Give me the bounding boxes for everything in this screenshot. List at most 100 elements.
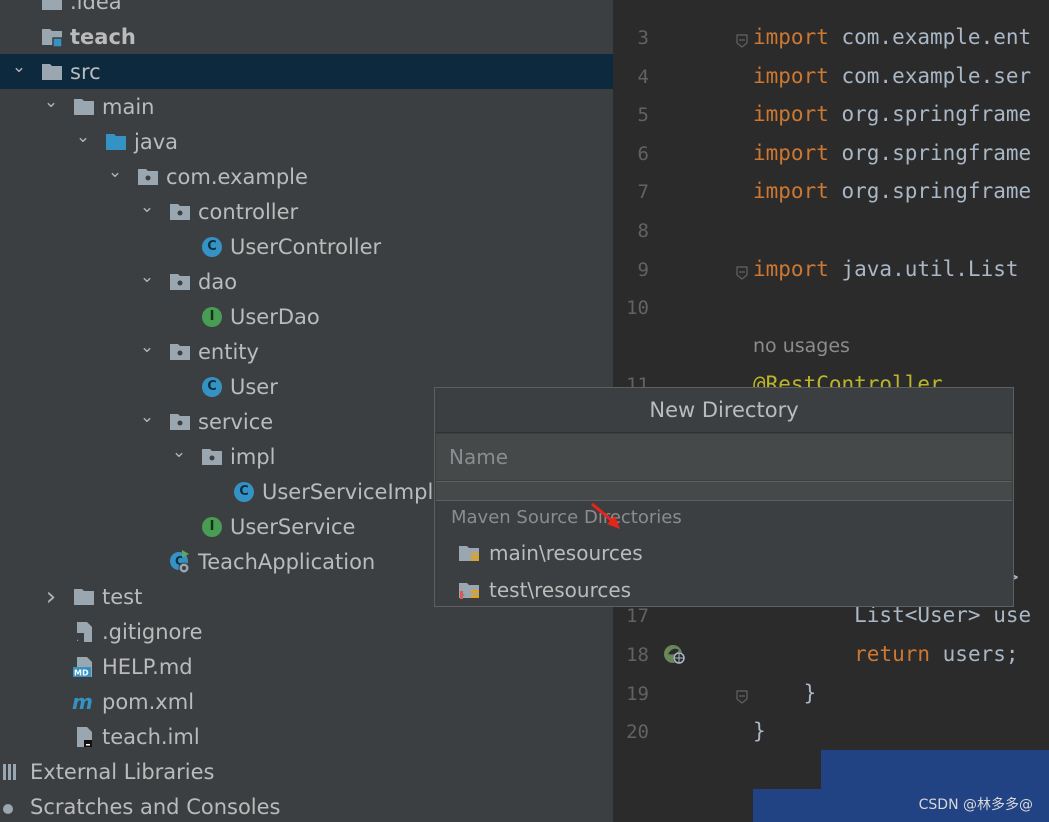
tree-item-label: teach.iml (102, 724, 200, 749)
tree-item[interactable]: teach.iml (0, 719, 613, 754)
code-line[interactable]: import org.springframe (753, 141, 1031, 165)
line-number: 6 (637, 142, 649, 165)
source-folder-icon (104, 130, 128, 154)
code-line[interactable]: return users; (753, 642, 1019, 666)
tree-item[interactable]: . .gitignore (0, 614, 613, 649)
chevron-right-icon[interactable]: › (40, 582, 62, 612)
tree-item[interactable]: ⌄ main (0, 89, 613, 124)
code-token: org.springframe (828, 102, 1032, 127)
code-line[interactable]: import com.example.ser (753, 64, 1031, 88)
tree-item[interactable]: ⌄ java (0, 124, 613, 159)
option-label: test\resources (489, 578, 632, 602)
chevron-down-icon[interactable]: ⌄ (136, 267, 158, 287)
tree-item-label: .gitignore (102, 619, 203, 644)
folder-icon (72, 95, 96, 119)
package-icon (168, 410, 192, 434)
option-label: main\resources (489, 541, 643, 565)
package-icon (200, 445, 224, 469)
code-line[interactable]: } (753, 680, 817, 705)
directory-name-input[interactable] (436, 434, 1012, 480)
folder-icon (72, 585, 96, 609)
line-number: 19 (626, 682, 649, 705)
tree-item[interactable]: ⌄ controller (0, 194, 613, 229)
tree-item-label: impl (230, 444, 276, 469)
tree-item-label: pom.xml (102, 689, 195, 714)
chevron-down-icon[interactable]: ⌄ (168, 442, 190, 462)
tree-item-label: UserServiceImpl (262, 479, 434, 504)
gitignore-file-icon: . (72, 620, 96, 644)
tree-item-label: entity (198, 339, 259, 364)
tree-item[interactable]: Scratches and Consoles (0, 789, 613, 822)
tree-item-label: Scratches and Consoles (30, 794, 281, 819)
fold-icon[interactable] (736, 689, 748, 704)
code-token: import (753, 256, 829, 281)
chevron-down-icon[interactable]: ⌄ (136, 197, 158, 217)
line-number: 7 (637, 181, 649, 204)
tree-item-label: controller (198, 199, 299, 224)
code-line[interactable]: import org.springframe (753, 102, 1031, 126)
tree-item-label: UserService (230, 514, 356, 539)
tree-item-label: test (102, 584, 143, 609)
line-number: 10 (626, 297, 649, 320)
code-line[interactable]: import java.util.List (753, 257, 1019, 281)
red-arrow-annotation (591, 502, 620, 529)
line-number: 4 (637, 65, 649, 88)
code-token: import (753, 63, 829, 88)
code-token: } (753, 680, 817, 705)
chevron-down-icon[interactable]: ⌄ (8, 57, 30, 77)
tree-item[interactable]: ⌄ src (0, 54, 613, 89)
tree-item-label: TeachApplication (198, 549, 376, 574)
spring-endpoint-icon[interactable] (663, 642, 687, 666)
code-line[interactable]: import org.springframe (753, 179, 1031, 203)
maven-icon: m (72, 690, 96, 714)
chevron-down-icon[interactable]: ⌄ (104, 162, 126, 182)
line-number: 8 (637, 220, 649, 242)
code-line[interactable]: } (753, 719, 766, 743)
new-directory-dialog: New Directory Maven Source Directories m… (434, 387, 1014, 607)
test-resources-folder-icon (457, 578, 481, 602)
spring-boot-class-icon: C (168, 549, 192, 574)
chevron-down-icon[interactable]: ⌄ (40, 92, 62, 112)
code-token: com.example.ser (828, 63, 1032, 88)
code-token: } (753, 719, 766, 744)
folder-icon (40, 60, 64, 84)
chevron-down-icon[interactable]: ⌄ (136, 337, 158, 357)
interface-icon: I (200, 305, 224, 329)
fold-icon[interactable] (736, 265, 748, 280)
svg-text:m: m (72, 690, 93, 714)
option-main-resources[interactable]: main\resources (457, 537, 643, 569)
interface-icon: I (200, 515, 224, 539)
markdown-file-icon: MD (72, 655, 96, 679)
fold-icon[interactable] (736, 33, 748, 48)
tree-item[interactable]: C UserController (0, 229, 613, 264)
dialog-title: New Directory (435, 388, 1013, 433)
code-token: com.example.ent (828, 25, 1032, 49)
iml-file-icon (72, 725, 96, 749)
tree-item[interactable]: MD HELP.md (0, 649, 613, 684)
tree-item[interactable]: .idea (0, 0, 613, 19)
code-token: org.springframe (828, 179, 1032, 204)
option-test-resources[interactable]: test\resources (457, 574, 631, 606)
tree-item[interactable]: m pom.xml (0, 684, 613, 719)
line-number: 20 (626, 721, 649, 744)
chevron-down-icon[interactable]: ⌄ (72, 127, 94, 147)
selection-highlight (821, 750, 1049, 789)
tree-item[interactable]: External Libraries (0, 754, 613, 789)
code-token: org.springframe (828, 140, 1032, 165)
code-token: users; (930, 642, 1019, 666)
tree-item[interactable]: ⌄ dao (0, 264, 613, 299)
tree-item[interactable]: I UserDao (0, 299, 613, 334)
chevron-down-icon[interactable]: ⌄ (136, 407, 158, 427)
svg-text:.: . (76, 633, 79, 644)
tree-item[interactable]: ⌄ entity (0, 334, 613, 369)
line-number: 18 (626, 644, 649, 666)
code-line[interactable]: import com.example.ent (753, 25, 1031, 49)
class-icon: C (200, 375, 224, 399)
code-token: import (753, 102, 829, 127)
line-number: 3 (637, 27, 649, 49)
tree-item-label: main (102, 94, 155, 119)
tree-item[interactable]: teach (0, 19, 613, 54)
code-vision-hint: no usages (753, 335, 850, 357)
tree-item[interactable]: ⌄ com.example (0, 159, 613, 194)
